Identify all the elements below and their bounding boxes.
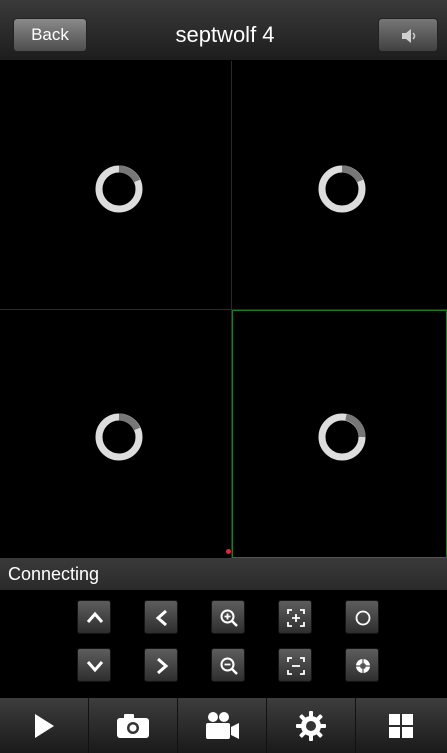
settings-button[interactable] [267,698,356,753]
snapshot-button[interactable] [89,698,178,753]
video-record-icon [206,711,239,739]
tilt-up-icon [86,611,104,623]
video-grid [0,61,447,558]
pan-right-icon [157,657,169,675]
tilt-down-icon [86,661,104,673]
top-bar: Back septwolf 4 [0,0,447,61]
connection-status: Connecting [0,558,447,590]
loading-spinner-icon [318,413,366,461]
loading-spinner-icon [318,165,366,213]
iris-close-button[interactable] [345,648,379,682]
ptz-control-panel [0,590,447,698]
iris-close-icon [356,659,370,673]
focus-indicator-dot [226,549,231,554]
zoom-out-button[interactable] [211,648,245,682]
focus-far-button[interactable] [278,648,312,682]
tilt-down-button[interactable] [77,648,111,682]
camera-snapshot-icon [117,713,149,738]
pan-left-button[interactable] [144,600,178,634]
loading-spinner-icon [95,165,143,213]
pan-left-icon [155,609,167,627]
focus-near-icon [287,609,305,627]
speaker-muted-icon [402,29,416,43]
zoom-in-icon [220,609,238,627]
grid-layout-icon [388,713,413,738]
iris-open-button[interactable] [345,600,379,634]
bottom-toolbar [0,698,447,753]
layout-button[interactable] [356,698,445,753]
grid-divider-horizontal [0,309,447,310]
tilt-up-button[interactable] [77,600,111,634]
pan-right-button[interactable] [144,648,178,682]
settings-gear-icon [296,710,326,741]
loading-spinner-icon [95,413,143,461]
play-icon [35,713,54,738]
play-button[interactable] [0,698,89,753]
focus-near-button[interactable] [278,600,312,634]
iris-open-icon [355,610,371,626]
record-button[interactable] [178,698,267,753]
zoom-out-icon [220,657,238,675]
page-title: septwolf 4 [175,22,275,47]
audio-toggle-button[interactable] [378,18,438,52]
focus-far-icon [287,657,305,675]
back-button[interactable]: Back [13,18,87,52]
zoom-in-button[interactable] [211,600,245,634]
